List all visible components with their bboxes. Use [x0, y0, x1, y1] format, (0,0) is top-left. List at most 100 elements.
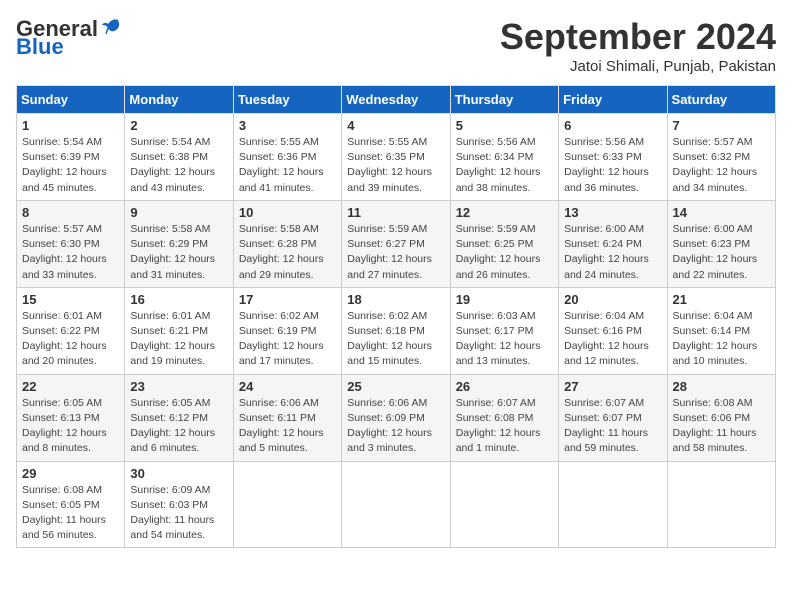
- week-row-1: 1 Sunrise: 5:54 AMSunset: 6:39 PMDaylight…: [17, 114, 776, 201]
- day-info: Sunrise: 5:56 AMSunset: 6:34 PMDaylight:…: [456, 135, 553, 196]
- calendar-cell: 6Sunrise: 5:56 AMSunset: 6:33 PMDaylight…: [559, 114, 667, 201]
- header-wednesday: Wednesday: [342, 86, 450, 114]
- calendar-cell: 9Sunrise: 5:58 AMSunset: 6:29 PMDaylight…: [125, 200, 233, 287]
- day-info: Sunrise: 5:57 AMSunset: 6:32 PMDaylight:…: [673, 135, 770, 196]
- day-number: 26: [456, 379, 553, 394]
- calendar-cell: 10Sunrise: 5:58 AMSunset: 6:28 PMDayligh…: [233, 200, 341, 287]
- day-info: Sunrise: 6:00 AMSunset: 6:23 PMDaylight:…: [673, 222, 770, 283]
- day-info: Sunrise: 6:02 AMSunset: 6:18 PMDaylight:…: [347, 309, 444, 370]
- calendar-cell: 19Sunrise: 6:03 AMSunset: 6:17 PMDayligh…: [450, 287, 558, 374]
- header-saturday: Saturday: [667, 86, 775, 114]
- day-info: Sunrise: 6:01 AMSunset: 6:22 PMDaylight:…: [22, 309, 119, 370]
- calendar-cell: 12 Sunrise: 5:59 AMSunset: 6:25 PMDayligh…: [450, 200, 558, 287]
- calendar-cell: 22 Sunrise: 6:05 AMSunset: 6:13 PMDayligh…: [17, 374, 125, 461]
- calendar-cell: 15 Sunrise: 6:01 AMSunset: 6:22 PMDayligh…: [17, 287, 125, 374]
- day-info: Sunrise: 5:54 AMSunset: 6:39 PMDaylight:…: [22, 135, 119, 196]
- calendar-cell: 13 Sunrise: 6:00 AMSunset: 6:24 PMDayligh…: [559, 200, 667, 287]
- day-number: 28: [673, 379, 770, 394]
- day-number: 25: [347, 379, 444, 394]
- calendar-cell: 29 Sunrise: 6:08 AMSunset: 6:05 PMDayligh…: [17, 461, 125, 548]
- title-area: September 2024 Jatoi Shimali, Punjab, Pa…: [500, 16, 776, 75]
- day-info: Sunrise: 6:02 AMSunset: 6:19 PMDaylight:…: [239, 309, 336, 370]
- calendar-cell: 21 Sunrise: 6:04 AMSunset: 6:14 PMDayligh…: [667, 287, 775, 374]
- day-info: Sunrise: 6:08 AMSunset: 6:06 PMDaylight:…: [673, 396, 770, 457]
- day-number: 30: [130, 466, 227, 481]
- day-number: 9: [130, 205, 227, 220]
- calendar-cell: 20Sunrise: 6:04 AMSunset: 6:16 PMDayligh…: [559, 287, 667, 374]
- day-info: Sunrise: 6:06 AMSunset: 6:09 PMDaylight:…: [347, 396, 444, 457]
- day-info: Sunrise: 6:06 AMSunset: 6:11 PMDaylight:…: [239, 396, 336, 457]
- calendar-cell: 1 Sunrise: 5:54 AMSunset: 6:39 PMDaylight…: [17, 114, 125, 201]
- day-info: Sunrise: 6:07 AMSunset: 6:08 PMDaylight:…: [456, 396, 553, 457]
- calendar-cell: [450, 461, 558, 548]
- day-number: 4: [347, 118, 444, 133]
- day-number: 12: [456, 205, 553, 220]
- day-number: 23: [130, 379, 227, 394]
- week-row-5: 29 Sunrise: 6:08 AMSunset: 6:05 PMDayligh…: [17, 461, 776, 548]
- day-number: 5: [456, 118, 553, 133]
- day-info: Sunrise: 6:01 AMSunset: 6:21 PMDaylight:…: [130, 309, 227, 370]
- day-info: Sunrise: 6:04 AMSunset: 6:16 PMDaylight:…: [564, 309, 661, 370]
- calendar-cell: 28 Sunrise: 6:08 AMSunset: 6:06 PMDayligh…: [667, 374, 775, 461]
- calendar-cell: 25 Sunrise: 6:06 AMSunset: 6:09 PMDayligh…: [342, 374, 450, 461]
- week-row-4: 22 Sunrise: 6:05 AMSunset: 6:13 PMDayligh…: [17, 374, 776, 461]
- calendar-cell: 2 Sunrise: 5:54 AMSunset: 6:38 PMDaylight…: [125, 114, 233, 201]
- day-number: 11: [347, 205, 444, 220]
- day-info: Sunrise: 6:00 AMSunset: 6:24 PMDaylight:…: [564, 222, 661, 283]
- day-info: Sunrise: 5:54 AMSunset: 6:38 PMDaylight:…: [130, 135, 227, 196]
- day-number: 1: [22, 118, 119, 133]
- day-number: 6: [564, 118, 661, 133]
- calendar-cell: 17 Sunrise: 6:02 AMSunset: 6:19 PMDayligh…: [233, 287, 341, 374]
- calendar-cell: [233, 461, 341, 548]
- day-number: 24: [239, 379, 336, 394]
- calendar-cell: 4 Sunrise: 5:55 AMSunset: 6:35 PMDaylight…: [342, 114, 450, 201]
- header-friday: Friday: [559, 86, 667, 114]
- day-info: Sunrise: 5:59 AMSunset: 6:25 PMDaylight:…: [456, 222, 553, 283]
- logo: General Blue: [16, 16, 122, 60]
- day-info: Sunrise: 6:08 AMSunset: 6:05 PMDaylight:…: [22, 483, 119, 544]
- calendar-cell: 11 Sunrise: 5:59 AMSunset: 6:27 PMDayligh…: [342, 200, 450, 287]
- calendar-cell: 3Sunrise: 5:55 AMSunset: 6:36 PMDaylight…: [233, 114, 341, 201]
- day-number: 15: [22, 292, 119, 307]
- day-number: 8: [22, 205, 119, 220]
- day-number: 27: [564, 379, 661, 394]
- day-info: Sunrise: 5:57 AMSunset: 6:30 PMDaylight:…: [22, 222, 119, 283]
- day-number: 16: [130, 292, 227, 307]
- day-info: Sunrise: 6:05 AMSunset: 6:13 PMDaylight:…: [22, 396, 119, 457]
- day-info: Sunrise: 6:03 AMSunset: 6:17 PMDaylight:…: [456, 309, 553, 370]
- calendar-cell: 18 Sunrise: 6:02 AMSunset: 6:18 PMDayligh…: [342, 287, 450, 374]
- location-text: Jatoi Shimali, Punjab, Pakistan: [500, 58, 776, 75]
- week-row-2: 8 Sunrise: 5:57 AMSunset: 6:30 PMDaylight…: [17, 200, 776, 287]
- day-number: 17: [239, 292, 336, 307]
- logo-blue-text: Blue: [16, 34, 64, 60]
- day-info: Sunrise: 5:59 AMSunset: 6:27 PMDaylight:…: [347, 222, 444, 283]
- day-number: 7: [673, 118, 770, 133]
- day-number: 21: [673, 292, 770, 307]
- day-number: 22: [22, 379, 119, 394]
- calendar-cell: 24 Sunrise: 6:06 AMSunset: 6:11 PMDayligh…: [233, 374, 341, 461]
- calendar-cell: 16 Sunrise: 6:01 AMSunset: 6:21 PMDayligh…: [125, 287, 233, 374]
- day-number: 3: [239, 118, 336, 133]
- calendar-header-row: SundayMondayTuesdayWednesdayThursdayFrid…: [17, 86, 776, 114]
- calendar-cell: 14Sunrise: 6:00 AMSunset: 6:23 PMDayligh…: [667, 200, 775, 287]
- calendar-cell: 7 Sunrise: 5:57 AMSunset: 6:32 PMDaylight…: [667, 114, 775, 201]
- day-info: Sunrise: 6:04 AMSunset: 6:14 PMDaylight:…: [673, 309, 770, 370]
- day-number: 13: [564, 205, 661, 220]
- page-header: General Blue September 2024 Jatoi Shimal…: [16, 16, 776, 75]
- calendar-cell: 27 Sunrise: 6:07 AMSunset: 6:07 PMDayligh…: [559, 374, 667, 461]
- calendar-cell: [342, 461, 450, 548]
- day-info: Sunrise: 6:05 AMSunset: 6:12 PMDaylight:…: [130, 396, 227, 457]
- day-info: Sunrise: 5:55 AMSunset: 6:35 PMDaylight:…: [347, 135, 444, 196]
- day-number: 18: [347, 292, 444, 307]
- week-row-3: 15 Sunrise: 6:01 AMSunset: 6:22 PMDayligh…: [17, 287, 776, 374]
- header-thursday: Thursday: [450, 86, 558, 114]
- day-info: Sunrise: 5:58 AMSunset: 6:28 PMDaylight:…: [239, 222, 336, 283]
- day-info: Sunrise: 6:09 AMSunset: 6:03 PMDaylight:…: [130, 483, 227, 544]
- header-tuesday: Tuesday: [233, 86, 341, 114]
- day-number: 29: [22, 466, 119, 481]
- day-info: Sunrise: 6:07 AMSunset: 6:07 PMDaylight:…: [564, 396, 661, 457]
- calendar-cell: 5 Sunrise: 5:56 AMSunset: 6:34 PMDaylight…: [450, 114, 558, 201]
- day-number: 2: [130, 118, 227, 133]
- logo-bird-icon: [100, 16, 122, 38]
- header-monday: Monday: [125, 86, 233, 114]
